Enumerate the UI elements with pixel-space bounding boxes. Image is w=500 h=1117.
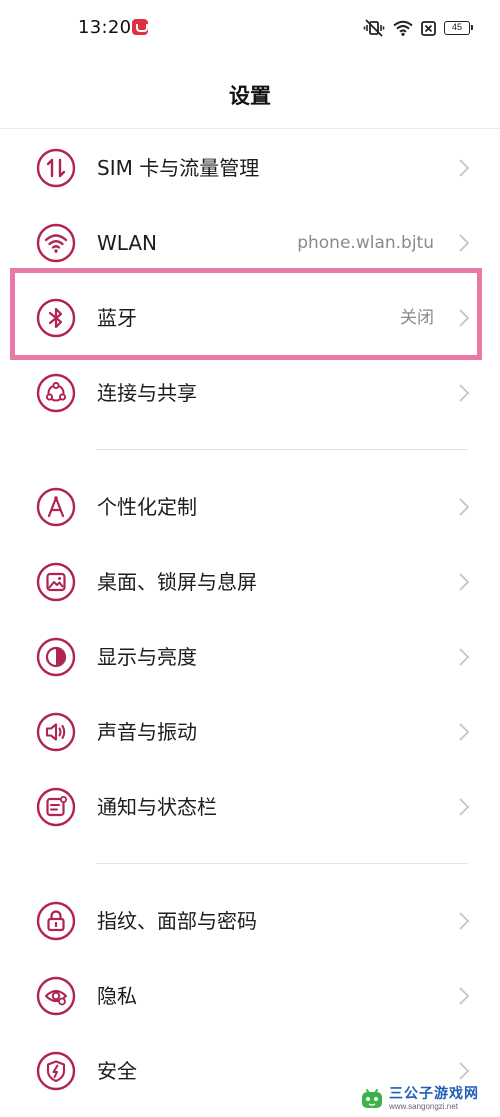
- watermark-logo-icon: [362, 1089, 382, 1108]
- lock-icon: [36, 901, 76, 941]
- share-connection-icon: [36, 373, 76, 413]
- section-divider: [96, 449, 468, 450]
- chevron-right-icon: [459, 159, 470, 177]
- highlight-box: [10, 268, 482, 360]
- wallpaper-icon: [36, 562, 76, 602]
- chevron-right-icon: [459, 912, 470, 930]
- speaker-icon: [36, 712, 76, 752]
- notification-icon: [36, 787, 76, 827]
- status-time: 13:20: [78, 17, 132, 38]
- settings-item-label: 桌面、锁屏与息屏: [97, 570, 257, 594]
- settings-item-label: 隐私: [97, 984, 137, 1008]
- settings-item-label: 安全: [97, 1059, 137, 1083]
- section-divider: [96, 863, 468, 864]
- watermark-title: 三公子游戏网: [389, 1086, 479, 1102]
- settings-item-sound-vibration[interactable]: 声音与振动: [0, 695, 500, 769]
- settings-item-label: SIM 卡与流量管理: [97, 156, 260, 180]
- brightness-icon: [36, 637, 76, 677]
- wifi-signal-icon: [393, 20, 413, 36]
- chevron-right-icon: [459, 498, 470, 516]
- settings-item-display-brightness[interactable]: 显示与亮度: [0, 620, 500, 694]
- chevron-right-icon: [459, 723, 470, 741]
- settings-item-fingerprint-face-password[interactable]: 指纹、面部与密码: [0, 884, 500, 958]
- security-shield-icon: [36, 1051, 76, 1091]
- settings-item-label: 声音与振动: [97, 720, 197, 744]
- chevron-right-icon: [459, 1062, 470, 1080]
- watermark: 三公子游戏网 www.sangongzi.net: [355, 1081, 500, 1117]
- settings-item-notification-statusbar[interactable]: 通知与状态栏: [0, 770, 500, 844]
- settings-item-personalization[interactable]: 个性化定制: [0, 470, 500, 544]
- settings-item-wallpaper-lockscreen[interactable]: 桌面、锁屏与息屏: [0, 545, 500, 619]
- settings-item-label: 显示与亮度: [97, 645, 197, 669]
- settings-item-label: 通知与状态栏: [97, 795, 217, 819]
- chevron-right-icon: [459, 384, 470, 402]
- sim-data-icon: [36, 148, 76, 188]
- chevron-right-icon: [459, 648, 470, 666]
- sim-disabled-icon: [421, 20, 436, 36]
- vibrate-mute-icon: [363, 19, 385, 37]
- settings-screen: 13:20 45 设置 SIM 卡与流量管理 WLAN phone.wlan.b…: [0, 0, 500, 1117]
- watermark-text: 三公子游戏网 www.sangongzi.net: [389, 1086, 479, 1112]
- settings-item-label: 个性化定制: [97, 495, 197, 519]
- settings-item-label: 指纹、面部与密码: [97, 909, 257, 933]
- chevron-right-icon: [459, 798, 470, 816]
- settings-item-connection-sharing[interactable]: 连接与共享: [0, 356, 500, 430]
- page-title: 设置: [229, 84, 271, 108]
- status-icons: 45: [363, 18, 473, 38]
- chevron-right-icon: [459, 234, 470, 252]
- settings-item-label: 连接与共享: [97, 381, 197, 405]
- settings-item-privacy[interactable]: 隐私: [0, 959, 500, 1033]
- watermark-url: www.sangongzi.net: [389, 1102, 458, 1111]
- wifi-icon: [36, 223, 76, 263]
- header-divider: [0, 128, 500, 129]
- privacy-eye-icon: [36, 976, 76, 1016]
- settings-item-sim[interactable]: SIM 卡与流量管理: [0, 131, 500, 205]
- status-bar: 13:20 45: [0, 0, 500, 58]
- chevron-right-icon: [459, 987, 470, 1005]
- personalization-icon: [36, 487, 76, 527]
- battery-icon: 45: [444, 21, 473, 35]
- app-notification-icon: [132, 19, 148, 35]
- chevron-right-icon: [459, 573, 470, 591]
